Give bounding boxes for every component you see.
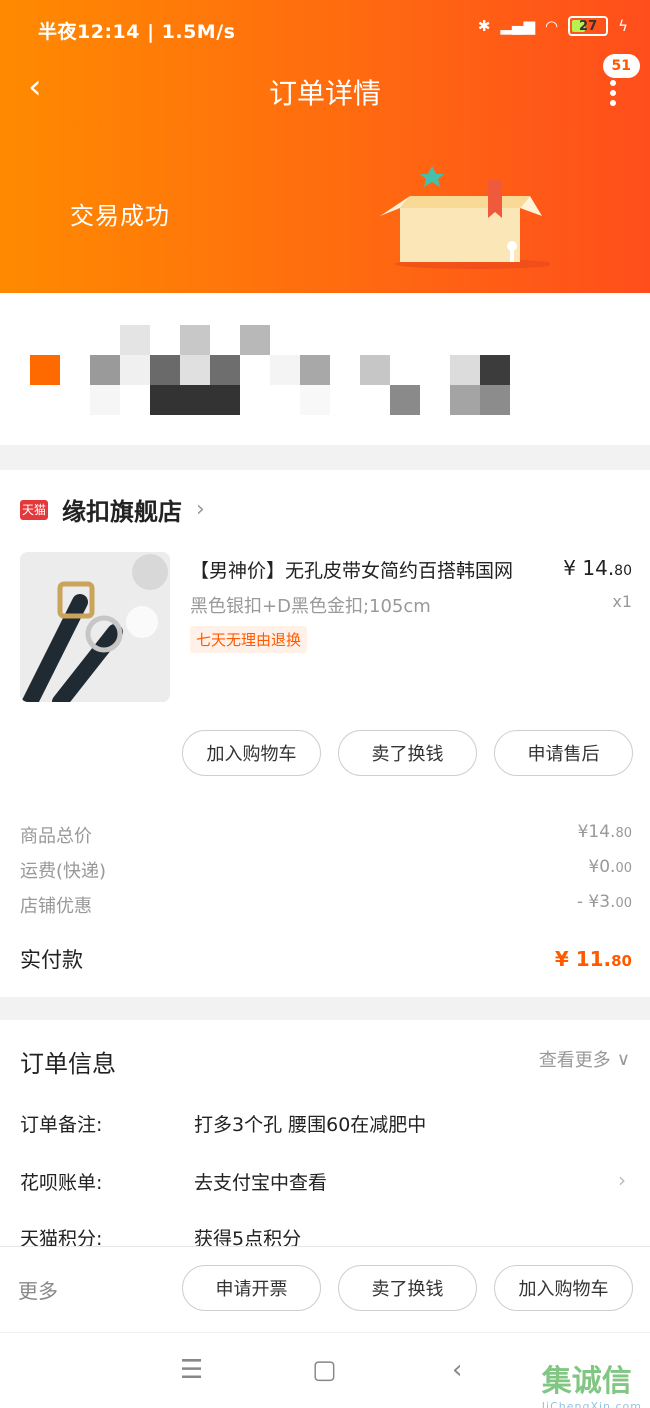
more-vertical-icon[interactable] [610,80,618,106]
add-to-cart-button[interactable]: 加入购物车 [182,730,321,776]
product-price: ¥ 14.80 [563,556,632,580]
order-header: 半夜12:14 | 1.5M/s ✱ ▂▄▆ ◠ 27 ϟ ‹ 订单详情 51 … [0,0,650,293]
return-policy-tag: 七天无理由退换 [190,626,308,653]
back-icon[interactable]: ‹ [452,1355,462,1385]
sell-button[interactable]: 卖了换钱 [338,730,477,776]
chevron-down-icon: ∨ [616,1048,630,1070]
more-button[interactable]: 更多 [18,1275,58,1304]
watermark: 集诚信 JiChengXin.com [541,1364,642,1408]
signal-icon: ▂▄▆ [500,17,535,35]
trade-status: 交易成功 [70,202,170,230]
add-to-cart-button-bottom[interactable]: 加入购物车 [494,1265,633,1311]
page-title: 订单详情 [268,77,381,110]
chevron-right-icon: › [618,1168,626,1192]
product-image[interactable] [20,552,170,702]
fee-row-discount: 店铺优惠 - ¥3.00 [20,892,632,917]
nav-bar: ‹ 订单详情 51 [0,54,650,120]
invoice-button[interactable]: 申请开票 [182,1265,321,1311]
chevron-right-icon: › [196,497,205,522]
belt-image [20,552,170,702]
battery-level: 27 [579,18,598,34]
shop-name: 缘扣旗舰店 [62,498,182,526]
tmall-badge: 天猫 [20,499,48,520]
product-sku: 黑色银扣+D黑色金扣;105cm [190,596,431,617]
battery-icon: 27 [568,16,609,36]
after-sale-button[interactable]: 申请售后 [494,730,633,776]
status-bar: 半夜12:14 | 1.5M/s ✱ ▂▄▆ ◠ 27 ϟ [0,0,650,60]
order-info-section: 订单信息 查看更多 ∨ 订单备注: 打多3个孔 腰围60在减肥中 花呗账单: 去… [0,1020,650,1246]
see-more-button[interactable]: 查看更多 ∨ [539,1046,630,1072]
wifi-icon: ◠ [545,17,559,35]
paid-label: 实付款 [20,948,83,972]
location-icon [30,355,60,385]
gift-box-illustration [380,166,550,269]
menu-icon[interactable]: ☰ [180,1355,203,1385]
fee-row-shipping: 运费(快递) ¥0.00 [20,857,632,882]
charging-icon: ϟ [618,17,628,35]
shop-header[interactable]: 天猫 缘扣旗舰店 › [20,492,205,527]
bottom-action-bar: 更多 申请开票 卖了换钱 加入购物车 [0,1246,650,1332]
order-card: 天猫 缘扣旗舰店 › 【男神价】无孔皮带女简约百搭韩国网 ¥ 14.80 黑色银… [0,470,650,997]
status-icons: ✱ ▂▄▆ ◠ 27 ϟ [478,16,628,36]
status-time: 半夜12:14 | 1.5M/s [38,21,236,43]
sell-button-bottom[interactable]: 卖了换钱 [338,1265,477,1311]
product-title[interactable]: 【男神价】无孔皮带女简约百搭韩国网 [190,556,550,583]
bluetooth-icon: ✱ [477,17,491,35]
home-icon[interactable]: ▢ [312,1355,337,1385]
paid-value: ¥ 11.80 [554,947,632,971]
paid-amount-row: 实付款 ¥ 11.80 [20,944,632,974]
message-badge: 51 [602,54,640,78]
order-info-title: 订单信息 [20,1050,116,1078]
fee-row-subtotal: 商品总价 ¥14.80 [20,822,632,847]
address-section[interactable] [0,293,650,445]
product-quantity: x1 [612,592,632,611]
